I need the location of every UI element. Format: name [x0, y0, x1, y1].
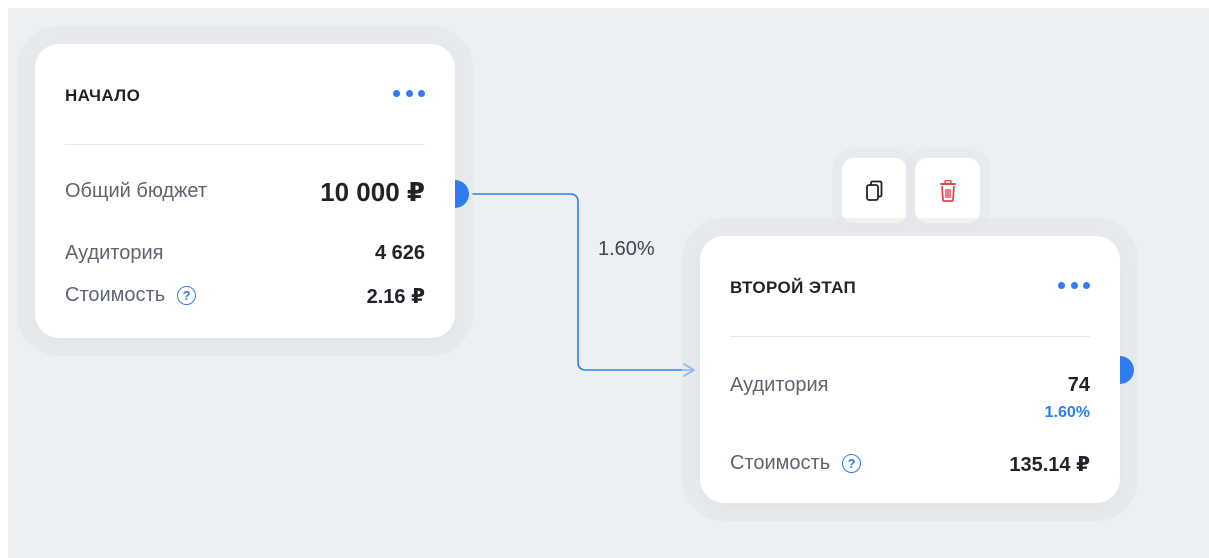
- delete-button[interactable]: [915, 158, 980, 223]
- budget-value: 10 000 ₽: [320, 177, 425, 207]
- edge-label: 1.60%: [598, 238, 655, 260]
- cost-value: 2.16 ₽: [366, 286, 425, 308]
- cost-label-text: Стоимость: [65, 284, 166, 306]
- second-audience-row: Аудитория 74 1.60%: [730, 374, 1090, 430]
- conversion-percent: 1.60%: [1044, 404, 1090, 421]
- copy-icon: [865, 180, 882, 201]
- second-node-card[interactable]: ВТОРОЙ ЭТАП Аудитория 74 1.60% Стоимость…: [700, 236, 1120, 503]
- start-node-header: НАЧАЛО: [65, 44, 425, 145]
- start-node-title: НАЧАЛО: [65, 86, 141, 105]
- budget-label: Общий бюджет: [65, 180, 208, 202]
- start-node-card[interactable]: НАЧАЛО Общий бюджет 10 000 ₽ Аудитория 4…: [35, 44, 455, 338]
- audience-row: Аудитория 4 626: [65, 242, 425, 270]
- second-cost-value: 135.14 ₽: [1009, 454, 1090, 476]
- second-node-header: ВТОРОЙ ЭТАП: [730, 236, 1090, 337]
- more-dots-icon[interactable]: [1058, 282, 1090, 290]
- trash-icon: [939, 179, 956, 202]
- flow-canvas[interactable]: 1.60% НАЧАЛО Общий бюджет 10 000 ₽ Аудит…: [8, 8, 1209, 558]
- cost-row: Стоимость ? 2.16 ₽: [65, 284, 425, 312]
- second-cost-label-text: Стоимость: [730, 452, 831, 474]
- help-icon[interactable]: ?: [842, 454, 862, 473]
- second-node-title: ВТОРОЙ ЭТАП: [730, 278, 857, 297]
- second-cost-row: Стоимость ? 135.14 ₽: [730, 452, 1090, 480]
- second-audience-value: 74: [1067, 374, 1090, 396]
- cost-label: Стоимость ?: [65, 284, 197, 307]
- copy-button[interactable]: [842, 158, 907, 223]
- audience-value: 4 626: [374, 242, 425, 264]
- more-dots-icon[interactable]: [393, 90, 425, 98]
- second-cost-label: Стоимость ?: [730, 452, 862, 475]
- budget-row: Общий бюджет 10 000 ₽: [65, 177, 425, 208]
- help-icon[interactable]: ?: [177, 286, 197, 305]
- second-audience-label: Аудитория: [730, 374, 829, 396]
- audience-label: Аудитория: [65, 242, 164, 264]
